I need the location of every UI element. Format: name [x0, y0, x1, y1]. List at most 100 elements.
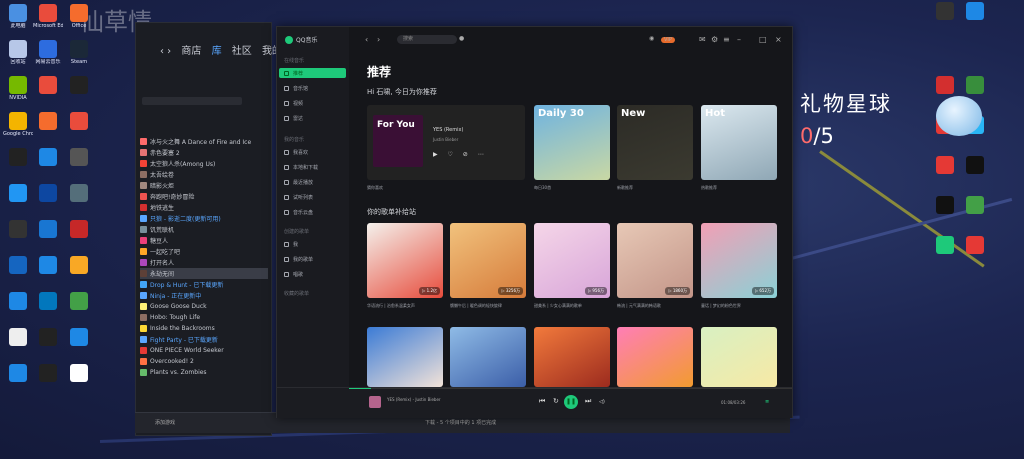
mascot-icon[interactable]	[936, 96, 982, 136]
playlist-card[interactable]: ▷ 1860万	[617, 223, 693, 298]
desktop-icon[interactable]	[64, 220, 94, 239]
sidebar-item[interactable]: 试听列表	[279, 192, 346, 202]
mode-icon[interactable]: ↻	[553, 397, 559, 405]
playlist-card[interactable]	[534, 327, 610, 387]
desktop-icon[interactable]	[3, 256, 33, 275]
game-search-input[interactable]	[142, 97, 242, 105]
next-track-icon[interactable]: ⏭	[585, 397, 591, 406]
add-game-button[interactable]: 添加游戏	[155, 419, 175, 426]
for-you-cover[interactable]: For You	[373, 115, 423, 167]
desktop-icon[interactable]	[33, 220, 63, 239]
game-list-item[interactable]: 冰与火之舞 A Dance of Fire and Ice	[140, 136, 268, 147]
nav-community[interactable]: 社区	[232, 46, 252, 57]
sidebar-item[interactable]: 最近播放	[279, 177, 346, 187]
desktop-icon[interactable]	[3, 292, 33, 311]
sidebar-item[interactable]: 音乐云盘	[279, 207, 346, 217]
game-list-item[interactable]: Inside the Backrooms	[140, 323, 268, 334]
featured-controls[interactable]: ▶ ♡ ⊘ ⋯	[433, 151, 488, 158]
playlist-card[interactable]	[367, 327, 443, 387]
desktop-icon[interactable]: 网易云音乐	[33, 40, 63, 65]
menu-icon[interactable]: ≡	[723, 35, 730, 44]
daily-playlist-card[interactable]: Daily 30	[534, 105, 610, 180]
desktop-icon[interactable]	[33, 184, 63, 203]
game-list-item[interactable]: 打开名人	[140, 257, 268, 268]
game-list-item[interactable]: 饥荒联机	[140, 224, 268, 235]
mic-icon[interactable]: ●	[459, 35, 464, 42]
desktop-icon[interactable]	[930, 236, 960, 254]
playlist-card[interactable]	[617, 327, 693, 387]
maximize-icon[interactable]: □	[759, 35, 767, 44]
nav-library[interactable]: 库	[212, 46, 222, 57]
desktop-icon[interactable]	[33, 292, 63, 311]
forward-arrow-icon[interactable]: ›	[377, 35, 380, 44]
game-list-item[interactable]: 赤色要塞 2	[140, 147, 268, 158]
desktop-icon[interactable]	[3, 328, 33, 347]
desktop-icon[interactable]	[33, 364, 63, 383]
desktop-icon[interactable]	[64, 148, 94, 167]
sidebar-item[interactable]: 音乐馆	[279, 83, 346, 93]
desktop-icon[interactable]	[64, 292, 94, 311]
desktop-icon[interactable]: Microsoft Edge	[33, 4, 63, 29]
desktop-icon[interactable]	[960, 196, 990, 214]
desktop-icon[interactable]	[960, 76, 990, 94]
game-list-item[interactable]: Hobo: Tough Life	[140, 312, 268, 323]
desktop-icon[interactable]	[930, 196, 960, 214]
playlist-card[interactable]: ▷ 3256万	[450, 223, 526, 298]
game-list-item[interactable]: Overcooked! 2	[140, 356, 268, 367]
desktop-icon[interactable]	[960, 2, 990, 20]
sidebar-item[interactable]: 我	[279, 239, 346, 249]
minimize-icon[interactable]: –	[737, 35, 741, 44]
game-list-item[interactable]: 太空狼人杀(Among Us)	[140, 158, 268, 169]
desktop-icon[interactable]	[64, 328, 94, 347]
game-list-item[interactable]: 太吾绘卷	[140, 169, 268, 180]
music-search-input[interactable]: 搜索	[397, 35, 457, 44]
now-playing-cover[interactable]	[369, 396, 381, 408]
desktop-icon[interactable]: 回收站	[3, 40, 33, 65]
playlist-card[interactable]: ▷ 652万	[701, 223, 777, 298]
desktop-icon[interactable]: 此电脑	[3, 4, 33, 29]
sidebar-item[interactable]: 视频	[279, 98, 346, 108]
desktop-icon[interactable]	[3, 220, 33, 239]
playlist-icon[interactable]: ≣	[765, 399, 769, 405]
game-list-item[interactable]: ONE PIECE World Seeker	[140, 345, 268, 356]
game-list-item[interactable]: Goose Goose Duck	[140, 301, 268, 312]
nav-store[interactable]: 商店	[181, 46, 201, 57]
sidebar-item[interactable]: 我喜欢	[279, 147, 346, 157]
desktop-icon[interactable]: NVIDIA	[3, 76, 33, 101]
back-arrow-icon[interactable]: ‹	[365, 35, 368, 44]
game-list-item[interactable]: 一起吃了吧	[140, 246, 268, 257]
playlist-card[interactable]: ▷ 1.2亿	[367, 223, 443, 298]
sidebar-item[interactable]: 推荐	[279, 68, 346, 78]
desktop-icon[interactable]	[64, 256, 94, 275]
game-list-item[interactable]: 暗影火炬	[140, 180, 268, 191]
desktop-icon[interactable]	[960, 236, 990, 254]
desktop-icon[interactable]	[930, 156, 960, 174]
playlist-card[interactable]	[701, 327, 777, 387]
sidebar-item[interactable]: 唱歌	[279, 269, 346, 279]
game-list-item[interactable]: 永劫无间	[140, 268, 268, 279]
desktop-icon[interactable]	[3, 148, 33, 167]
daily-playlist-card[interactable]: Hot	[701, 105, 777, 180]
volume-icon[interactable]: ◁)	[599, 399, 605, 405]
desktop-icon[interactable]	[33, 328, 63, 347]
daily-playlist-card[interactable]: New	[617, 105, 693, 180]
playlist-card[interactable]	[450, 327, 526, 387]
nav-back-icon[interactable]: ‹ ›	[160, 46, 171, 57]
playlist-card[interactable]: ▷ 956万	[534, 223, 610, 298]
featured-for-you-card[interactable]: For You YES (Remix) Justin Bieber ▶ ♡ ⊘ …	[367, 105, 525, 180]
game-list-item[interactable]: 只狼 - 影逝二度(更新可用)	[140, 213, 268, 224]
game-list-item[interactable]: Drop & Hunt - 已下载更新	[140, 279, 268, 290]
game-list-item[interactable]: 奔跑吧!奇妙冒险	[140, 191, 268, 202]
desktop-icon[interactable]	[64, 76, 94, 95]
sidebar-item[interactable]: 我的歌单	[279, 254, 346, 264]
download-status[interactable]: 下载 - 5 个项目中的 1 项已完成	[425, 419, 496, 426]
desktop-icon[interactable]	[64, 112, 94, 131]
playback-progress[interactable]	[349, 388, 792, 389]
prev-track-icon[interactable]: ⏮	[539, 397, 545, 406]
desktop-icon[interactable]: Google Chrome	[3, 112, 33, 137]
desktop-icon[interactable]: Office	[64, 4, 94, 29]
desktop-icon[interactable]	[33, 148, 63, 167]
sidebar-item[interactable]: 本地和下载	[279, 162, 346, 172]
desktop-icon[interactable]	[930, 76, 960, 94]
desktop-icon[interactable]	[33, 256, 63, 275]
